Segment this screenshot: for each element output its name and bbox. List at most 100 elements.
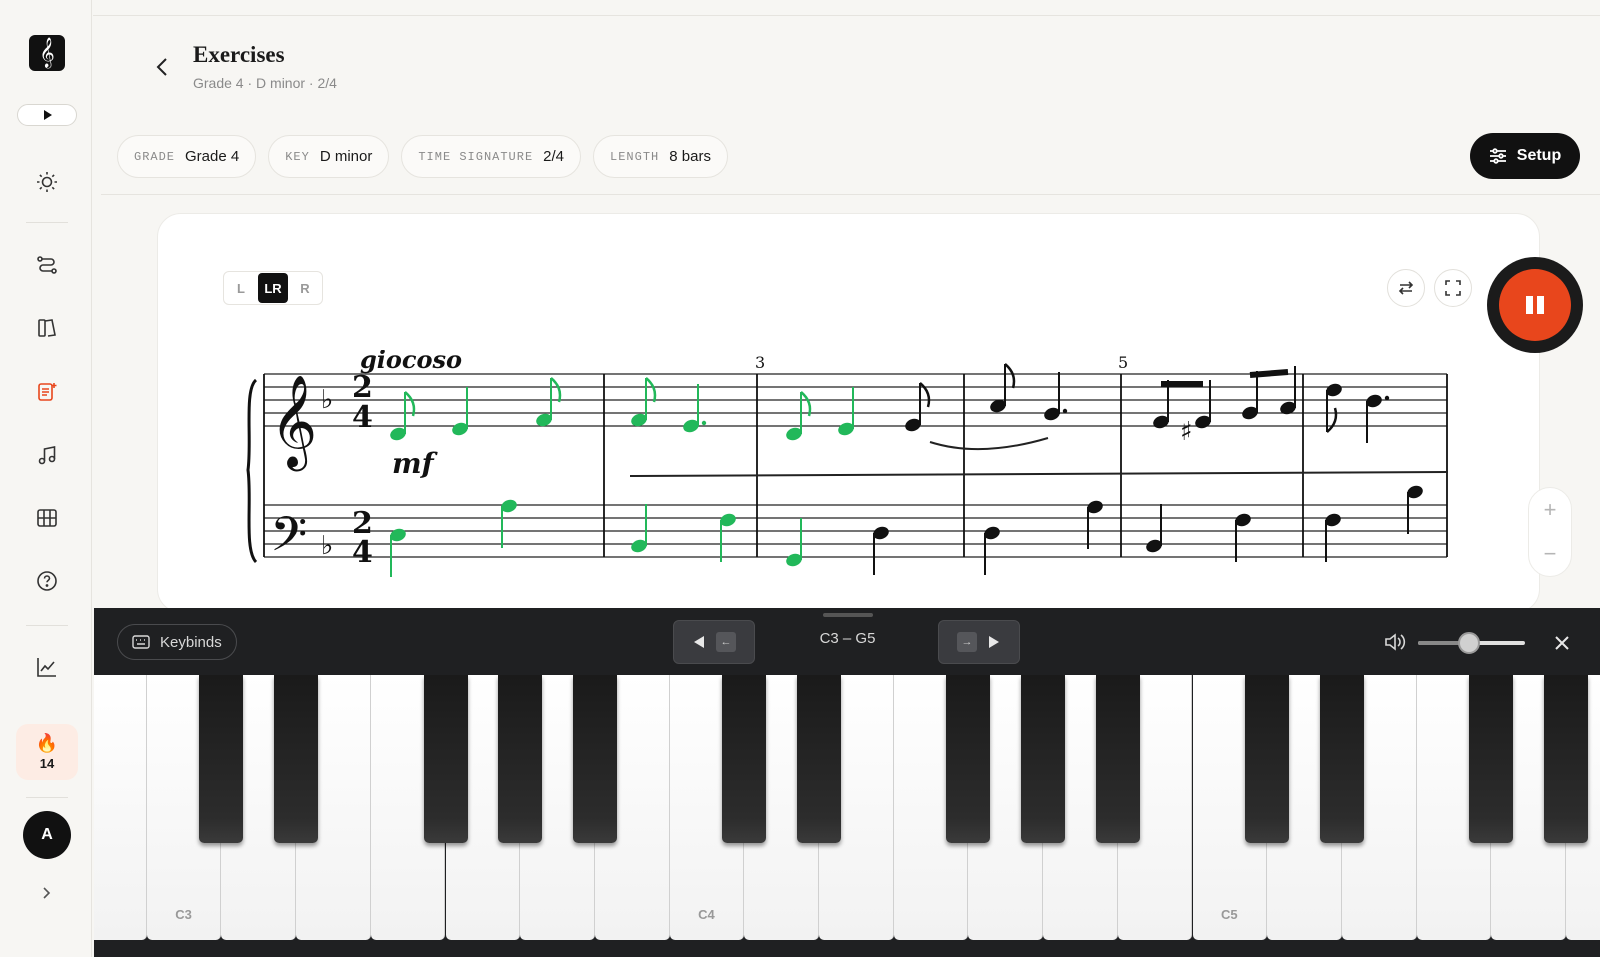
keyboard-range: C3 – G5 [819,630,876,647]
note-dot [1062,408,1068,414]
pause-button[interactable] [1487,257,1583,353]
play-button[interactable] [17,104,77,126]
right-hand-toggle[interactable]: R [290,273,320,303]
octave-label: C5 [1221,907,1238,922]
theme-toggle-sun-icon[interactable] [33,168,61,196]
chip-value: Grade 4 [185,148,240,165]
exercise-settings-chips: GRADE Grade 4 KEY D minor TIME SIGNATURE… [117,135,728,178]
black-key[interactable] [199,675,244,843]
flame-icon: 🔥 [35,733,59,753]
volume-handle[interactable] [1458,632,1480,654]
black-key[interactable] [498,675,543,843]
zoom-controls: + − [1528,487,1572,577]
keybinds-label: Keybinds [160,633,222,651]
sidebar-item-songs[interactable] [33,441,61,469]
black-key[interactable] [1245,675,1290,843]
octave-label: C4 [698,907,715,922]
note-flag [800,391,812,417]
expand-sidebar-button[interactable] [36,883,56,903]
triangle-right-icon [989,636,999,648]
measure-number: 5 [1118,353,1128,372]
tempo-marking: giocoso [360,350,462,374]
chip-value: D minor [319,148,373,165]
streak-badge[interactable]: 🔥 14 [16,724,78,780]
black-key[interactable] [797,675,841,843]
black-key[interactable] [722,675,767,843]
black-key[interactable] [274,675,319,843]
hand-selector: L LR R [223,271,323,305]
grade-chip[interactable]: GRADE Grade 4 [117,135,257,178]
keybinds-button[interactable]: Keybinds [117,624,237,660]
note-flag [1326,407,1338,433]
book-icon [38,319,56,337]
app-logo[interactable]: 𝄞 [29,35,65,71]
note-flag [550,377,562,403]
streak-count: 14 [39,756,55,771]
length-chip[interactable]: LENGTH 8 bars [593,135,728,178]
key-hint: → [957,632,977,652]
sidebar-item-help[interactable] [33,567,61,595]
zoom-out-button[interactable]: − [1544,541,1557,567]
left-hand-toggle[interactable]: L [226,273,256,303]
setup-button[interactable]: Setup [1470,133,1580,179]
sidebar-item-library[interactable] [33,314,61,342]
note-flag [404,391,416,417]
black-key[interactable] [1544,675,1588,843]
sidebar-item-stats[interactable] [33,653,61,681]
key-signature-flat: ♭ [321,531,333,561]
both-hands-toggle[interactable]: LR [258,273,288,303]
time-signature-chip[interactable]: TIME SIGNATURE 2/4 [401,135,582,178]
help-icon [37,571,57,591]
white-key[interactable] [94,675,147,940]
dynamic-marking: mf [392,447,439,480]
chip-label: KEY [285,149,310,164]
zoom-in-button[interactable]: + [1544,497,1557,523]
octave-label: C3 [175,907,192,922]
chip-label: TIME SIGNATURE [418,149,534,164]
back-button[interactable] [150,55,174,79]
bass-clef: 𝄢 [270,506,307,574]
time-signature-bottom: 4 [352,535,373,570]
note-dot [1384,395,1390,401]
user-avatar[interactable]: A [23,811,71,859]
volume-icon[interactable] [1384,632,1406,657]
sidebar-item-routes[interactable] [33,251,61,279]
black-key[interactable] [1021,675,1066,843]
time-signature-bottom: 4 [352,400,373,435]
measure-number: 3 [755,353,765,372]
black-key[interactable] [572,675,617,843]
close-piano-button[interactable] [1550,631,1574,655]
key-chip[interactable]: KEY D minor [268,135,390,178]
treble-clef: 𝄞 [270,374,317,471]
piano-keyboard: C3 C4 C5 [94,675,1600,940]
tie-curve [929,437,1049,451]
page-title: Exercises [193,42,285,67]
sidebar-item-exercises[interactable] [33,378,61,406]
swap-button[interactable] [1387,269,1425,307]
black-key[interactable] [1095,675,1140,843]
chart-line-icon [37,658,56,677]
keyboard-icon [132,635,150,649]
black-key[interactable] [1469,675,1514,843]
chip-label: LENGTH [610,149,660,164]
phrase-line [629,471,1449,477]
black-key[interactable] [1319,675,1364,843]
black-key[interactable] [946,675,991,843]
fullscreen-icon [1445,280,1461,296]
panel-drag-handle[interactable] [823,613,873,617]
sidebar-item-piano[interactable] [33,504,61,532]
music-note-icon [38,446,56,465]
black-key[interactable] [423,675,468,843]
chevron-left-icon [156,58,167,76]
setup-label: Setup [1516,147,1562,164]
chevron-right-icon [43,887,51,899]
swap-arrows-icon [1398,281,1414,295]
note-flag [1004,363,1016,389]
shift-octave-down-button[interactable]: ← [673,620,755,664]
note-flag [645,377,657,403]
fullscreen-button[interactable] [1434,269,1472,307]
shift-octave-up-button[interactable]: → [938,620,1020,664]
sidebar: 𝄞 🔥 14 A [0,0,92,957]
note-dot [701,420,707,426]
grand-staff-brace [246,378,258,564]
